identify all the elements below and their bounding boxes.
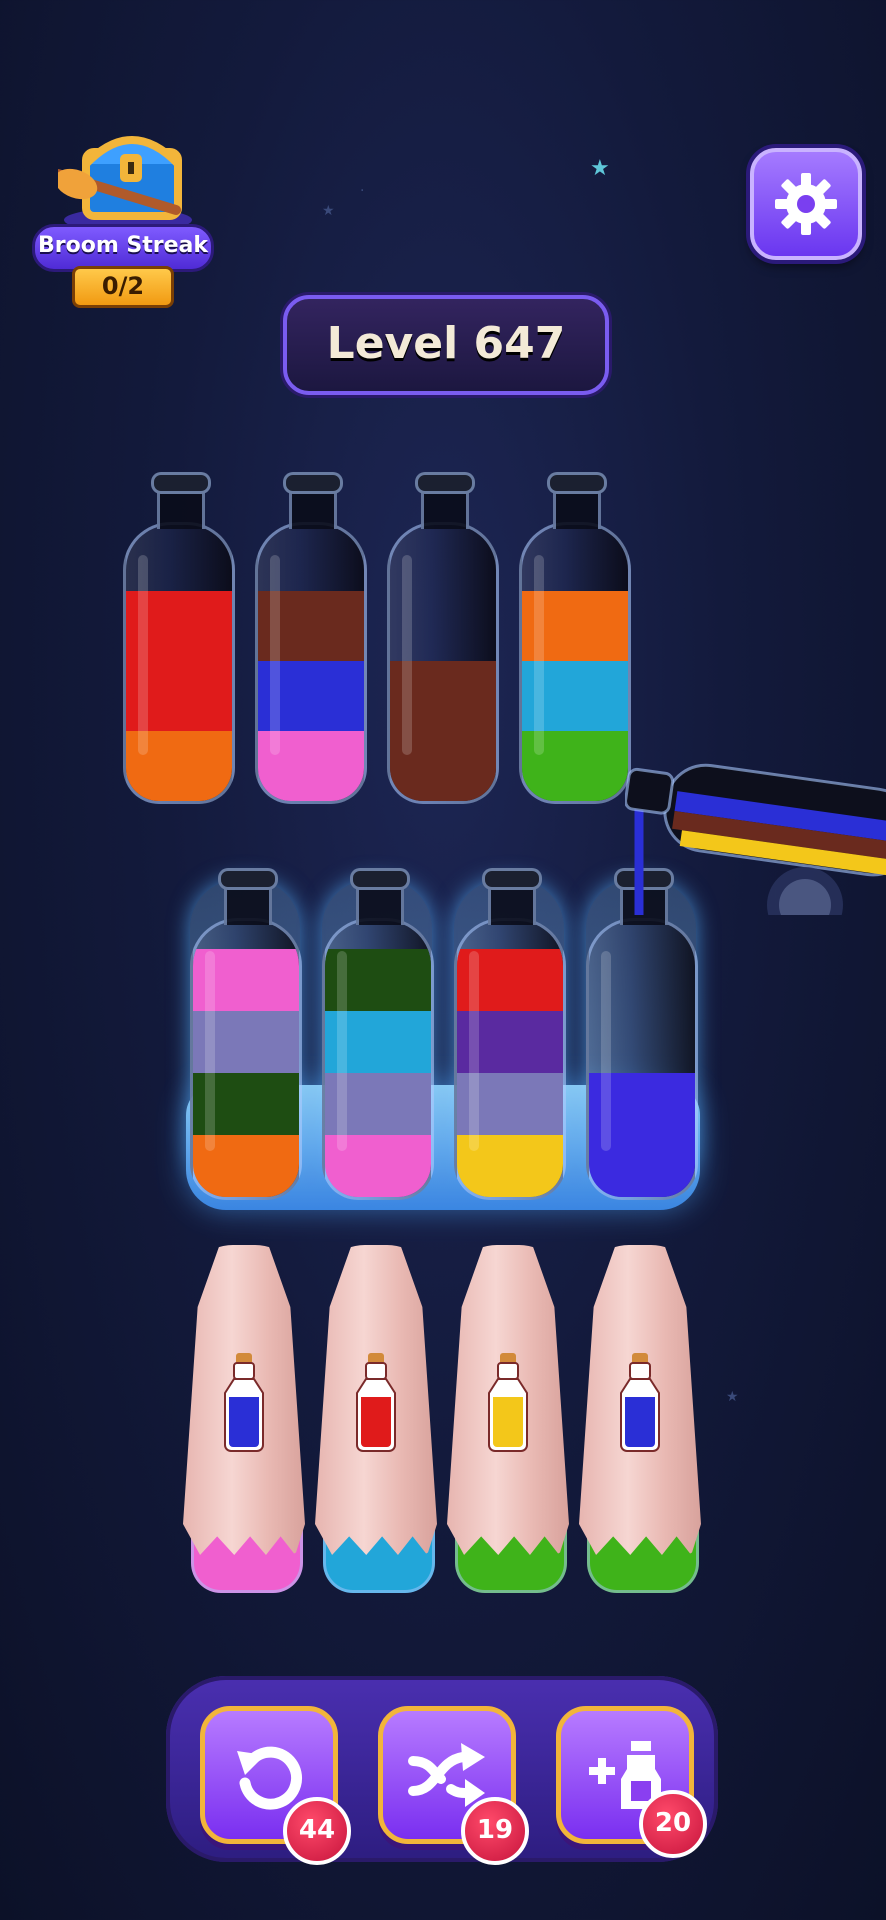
bottle-glass: [322, 918, 434, 1200]
glass-shine: [337, 951, 347, 1151]
covered-bottle[interactable]: [579, 1245, 701, 1593]
covered-bottle[interactable]: [315, 1245, 437, 1593]
bottle-cap: [415, 472, 475, 494]
star-decoration: ★: [726, 1389, 739, 1405]
shuffle-icon: [408, 1743, 485, 1807]
bottle-cap: [482, 868, 542, 890]
potion-hint-icon: [356, 1353, 396, 1452]
level-title: Level 647: [283, 295, 609, 395]
bottle-glass: [190, 918, 302, 1200]
potion-hint-icon: [488, 1353, 528, 1452]
bottle-glass: [519, 522, 631, 804]
star-decoration: ★: [322, 203, 335, 219]
glass-shine: [402, 555, 412, 755]
bottle-cap: [283, 472, 343, 494]
add-bottle-count-badge: 20: [639, 1790, 707, 1858]
covered-bottle[interactable]: [447, 1245, 569, 1593]
bottle[interactable]: [255, 466, 367, 806]
bottle[interactable]: [454, 862, 566, 1202]
shuffle-count-badge: 19: [461, 1797, 529, 1865]
bottle-cap: [547, 472, 607, 494]
bottle[interactable]: [123, 466, 235, 806]
undo-count-badge: 44: [283, 1797, 351, 1865]
potion-hint-icon: [620, 1353, 660, 1452]
bottle-cap: [350, 868, 410, 890]
bottle[interactable]: [190, 862, 302, 1202]
glass-shine: [601, 951, 611, 1151]
bottle-cap: [151, 472, 211, 494]
pouring-bottle: [625, 763, 886, 915]
glass-shine: [270, 555, 280, 755]
settings-button[interactable]: [750, 148, 862, 260]
glass-shine: [469, 951, 479, 1151]
bottle-cap: [218, 868, 278, 890]
potion-hint-icon: [224, 1353, 264, 1452]
bottle[interactable]: [322, 862, 434, 1202]
star-decoration: ★: [590, 156, 610, 181]
gear-icon: [775, 173, 837, 235]
glass-shine: [138, 555, 148, 755]
undo-icon: [237, 1746, 303, 1810]
bottle[interactable]: [519, 466, 631, 806]
bottle[interactable]: [387, 466, 499, 806]
bottle-glass: [123, 522, 235, 804]
broom-streak-widget[interactable]: Broom Streak 0/2: [10, 118, 214, 308]
glass-shine: [534, 555, 544, 755]
treasure-chest-icon: [58, 136, 192, 228]
bottle-glass: [586, 918, 698, 1200]
broom-streak-label: Broom Streak: [32, 224, 214, 272]
glass-shine: [205, 951, 215, 1151]
covered-bottle[interactable]: [183, 1245, 305, 1593]
bottle-glass: [454, 918, 566, 1200]
bottle-glass: [255, 522, 367, 804]
broom-streak-count: 0/2: [72, 266, 174, 308]
bottle-glass: [387, 522, 499, 804]
star-decoration: ·: [360, 183, 365, 199]
